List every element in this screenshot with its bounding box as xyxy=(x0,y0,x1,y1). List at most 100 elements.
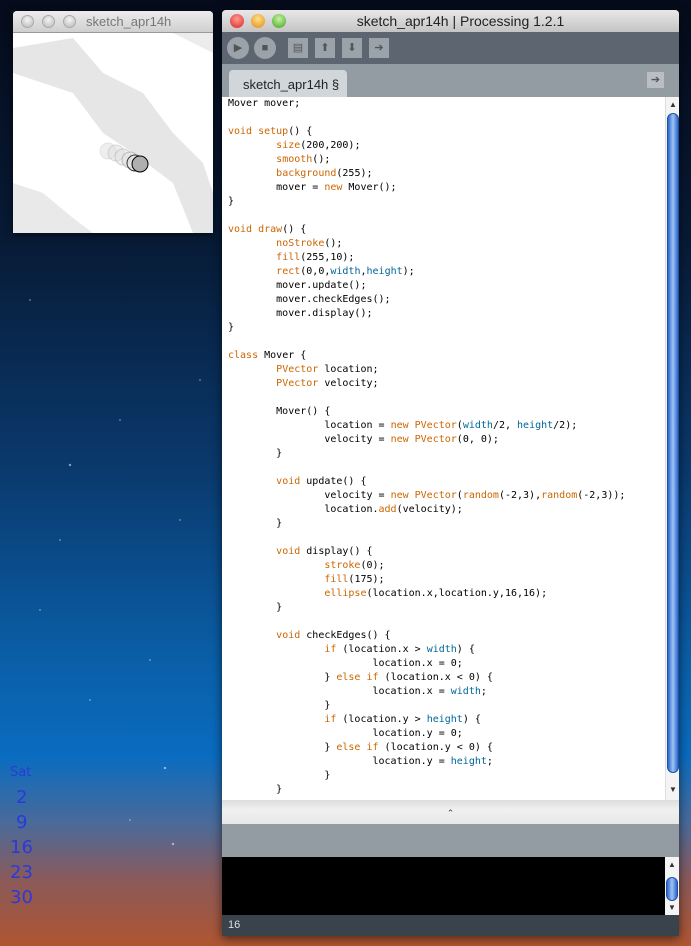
ide-title-bar[interactable]: sketch_apr14h | Processing 1.2.1 xyxy=(222,10,679,32)
code-token: checkEdges() { xyxy=(300,630,391,641)
code-line: location.x = width; xyxy=(228,685,665,699)
run-button[interactable]: ▶ xyxy=(227,37,249,59)
code-keyword: size xyxy=(276,140,301,151)
code-token: location.x = 0; xyxy=(228,658,463,669)
code-token: } xyxy=(228,770,331,781)
code-keyword: random xyxy=(462,490,499,501)
code-token: (-2,3)); xyxy=(577,490,626,501)
export-button[interactable]: ➔ xyxy=(369,38,389,58)
close-button[interactable] xyxy=(21,15,34,28)
console-scroll-down-icon[interactable]: ▼ xyxy=(665,903,679,912)
code-line: rect(0,0,width,height); xyxy=(228,265,665,279)
tab-menu-arrow-icon[interactable]: ➔ xyxy=(647,72,664,88)
calendar-day-label: Sat xyxy=(10,765,32,780)
code-line: mover.checkEdges(); xyxy=(228,293,665,307)
code-line: velocity = new PVector(0, 0); xyxy=(228,433,665,447)
code-line: } else if (location.x < 0) { xyxy=(228,671,665,685)
code-token: (location.y < 0) { xyxy=(378,742,493,753)
code-line: } xyxy=(228,769,665,783)
open-button[interactable]: ⬆ xyxy=(315,38,335,58)
code-token: ; xyxy=(480,686,487,697)
scroll-up-arrow-icon[interactable]: ▲ xyxy=(666,100,679,109)
code-editor[interactable]: Mover mover; void setup() { size(200,200)… xyxy=(222,97,665,800)
code-token: } xyxy=(228,448,283,459)
code-keyword: class xyxy=(228,350,259,361)
minimize-button[interactable] xyxy=(42,15,55,28)
code-keyword: background xyxy=(276,168,337,179)
code-line: location.y = height; xyxy=(228,755,665,769)
code-token: } xyxy=(228,518,283,529)
editor-scrollbar[interactable]: ▲ ▼ xyxy=(665,97,679,800)
code-line: void update() { xyxy=(228,475,665,489)
message-area xyxy=(222,824,679,857)
toolbar: ▶ ■ ▤ ⬆ ⬇ ➔ xyxy=(222,32,679,64)
code-token: location = xyxy=(228,420,391,431)
code-token: (-2,3), xyxy=(498,490,542,501)
scroll-down-arrow-icon[interactable]: ▼ xyxy=(666,785,679,794)
code-line: void display() { xyxy=(228,545,665,559)
close-button[interactable] xyxy=(230,14,244,28)
code-line: } xyxy=(228,783,665,797)
code-text[interactable]: Mover mover; void setup() { size(200,200)… xyxy=(222,97,665,797)
console-scrollbar[interactable]: ▲ ▼ xyxy=(665,857,679,915)
code-keyword: add xyxy=(378,504,397,515)
calendar-date: 2 xyxy=(16,787,28,808)
code-token: ; xyxy=(486,756,493,767)
console-output[interactable] xyxy=(222,857,665,915)
zoom-button[interactable] xyxy=(63,15,76,28)
code-token: (location.x > xyxy=(336,644,427,655)
calendar-date: 23 xyxy=(10,862,33,883)
sketch-output-window[interactable]: sketch_apr14h xyxy=(13,11,213,233)
code-token: display() { xyxy=(300,546,373,557)
code-token: } xyxy=(228,672,337,683)
scrollbar-thumb[interactable] xyxy=(667,113,679,773)
editor-console-splitter[interactable]: ⌃ xyxy=(222,800,679,824)
stop-button[interactable]: ■ xyxy=(254,37,276,59)
processing-ide-window[interactable]: sketch_apr14h | Processing 1.2.1 ▶ ■ ▤ ⬆… xyxy=(222,10,679,936)
zoom-button[interactable] xyxy=(272,14,286,28)
code-constant: height xyxy=(426,714,463,725)
code-line: location.y = 0; xyxy=(228,727,665,741)
code-token: } xyxy=(228,784,283,795)
code-line: fill(175); xyxy=(228,573,665,587)
code-keyword: fill xyxy=(276,252,301,263)
sketch-window-title: sketch_apr14h xyxy=(86,14,172,29)
code-token: } xyxy=(228,700,331,711)
code-token: velocity = xyxy=(228,490,391,501)
new-button[interactable]: ▤ xyxy=(288,38,308,58)
code-token: Mover() { xyxy=(228,406,331,417)
code-line: PVector location; xyxy=(228,363,665,377)
minimize-button[interactable] xyxy=(251,14,265,28)
code-line: stroke(0); xyxy=(228,559,665,573)
code-keyword: noStroke xyxy=(276,238,325,249)
code-line: void checkEdges() { xyxy=(228,629,665,643)
code-token: (location.x,location.y,16,16); xyxy=(366,588,548,599)
code-token: } xyxy=(228,196,235,207)
code-keyword: new PVector xyxy=(390,420,457,431)
code-keyword: ellipse xyxy=(324,588,367,599)
code-token: location; xyxy=(318,364,379,375)
code-keyword: void xyxy=(276,546,301,557)
code-line: size(200,200); xyxy=(228,139,665,153)
code-token: } xyxy=(228,322,235,333)
code-token: (255); xyxy=(336,168,373,179)
code-token: (velocity); xyxy=(396,504,463,515)
status-line-number: 16 xyxy=(222,915,679,936)
code-line: } xyxy=(228,447,665,461)
code-token: ); xyxy=(402,266,415,277)
console-scrollbar-thumb[interactable] xyxy=(666,877,678,901)
code-line: fill(255,10); xyxy=(228,251,665,265)
code-keyword: if xyxy=(324,714,337,725)
console-scroll-up-icon[interactable]: ▲ xyxy=(665,860,679,869)
code-keyword: new PVector xyxy=(390,434,457,445)
tab-sketch[interactable]: sketch_apr14h § xyxy=(229,70,347,97)
code-line: } xyxy=(228,699,665,713)
save-button[interactable]: ⬇ xyxy=(342,38,362,58)
sketch-title-bar[interactable]: sketch_apr14h xyxy=(13,11,213,33)
